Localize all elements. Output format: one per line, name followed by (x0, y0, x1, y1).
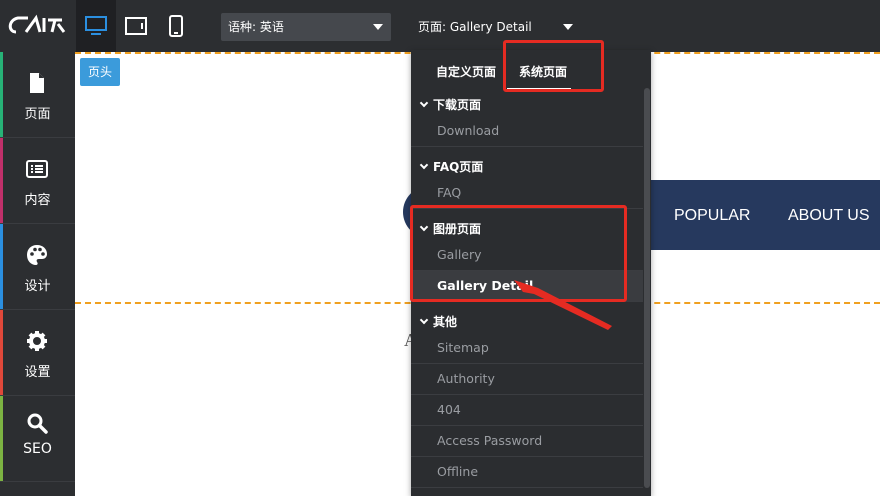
group-title: 其他 (433, 315, 458, 329)
logo-mark (8, 14, 66, 34)
annotation-box-gallery-group (410, 205, 627, 302)
sidebar-stripe (0, 52, 3, 137)
chevron-down-icon (563, 24, 573, 30)
sidebar-item-label: 设计 (24, 279, 51, 294)
group-title: FAQ页面 (433, 160, 484, 174)
page-select-value: 页面: Gallery Detail (418, 20, 532, 34)
sidebar-stripe (0, 138, 3, 223)
tablet-view-button[interactable] (116, 0, 156, 52)
top-toolbar: 语种: 英语 页面: Gallery Detail (0, 0, 880, 52)
language-select[interactable]: 语种: 英语 (221, 13, 391, 41)
sidebar-stripe (0, 224, 3, 309)
left-sidebar: 页面 内容 设计 设置 SEO (0, 52, 75, 496)
list-item[interactable]: Offline (411, 457, 643, 488)
group-download[interactable]: 下载页面 (419, 96, 481, 113)
sidebar-stripe (0, 396, 3, 481)
sidebar-item-label: 内容 (24, 193, 51, 208)
desktop-view-button[interactable] (76, 0, 116, 52)
list-item[interactable]: Download (411, 116, 643, 147)
nav-link-about-us[interactable]: ABOUT US (788, 207, 870, 225)
list-item[interactable]: Sitemap (411, 333, 643, 364)
sidebar-item-label: SEO (23, 441, 52, 457)
chevron-down-icon (373, 24, 383, 30)
list-item[interactable]: Access Password (411, 426, 643, 457)
sidebar-item-label: 设置 (24, 365, 51, 380)
app-logo (6, 12, 70, 38)
group-other[interactable]: 其他 (419, 313, 457, 330)
chevron-down-icon (419, 160, 429, 170)
mobile-view-button[interactable] (156, 0, 196, 52)
sidebar-item-pages[interactable]: 页面 (0, 52, 75, 138)
list-icon (26, 160, 48, 178)
list-item[interactable]: 404 (411, 395, 643, 426)
nav-link-popular[interactable]: POPULAR (674, 207, 750, 225)
search-icon (27, 413, 48, 434)
desktop-icon (85, 16, 107, 35)
header-tag-button[interactable]: 页头 (80, 58, 121, 86)
sidebar-item-settings[interactable]: 设置 (0, 310, 75, 396)
dropdown-scrollbar[interactable] (644, 88, 650, 488)
gear-icon (27, 331, 47, 351)
chevron-down-icon (419, 98, 429, 108)
list-item[interactable]: Authority (411, 364, 643, 395)
file-icon (30, 73, 44, 93)
sidebar-stripe (0, 310, 3, 395)
chevron-down-icon (419, 315, 429, 325)
sidebar-item-seo[interactable]: SEO (0, 396, 75, 482)
tab-custom-pages[interactable]: 自定义页面 (436, 63, 496, 80)
palette-icon (27, 245, 47, 265)
group-faq[interactable]: FAQ页面 (419, 158, 483, 175)
group-title: 下载页面 (433, 98, 482, 112)
mobile-icon (169, 15, 183, 37)
sidebar-item-label: 页面 (24, 107, 51, 122)
annotation-box-system-tab (503, 40, 604, 92)
tablet-icon (125, 17, 147, 35)
sidebar-item-design[interactable]: 设计 (0, 224, 75, 310)
language-select-value: 语种: 英语 (228, 20, 284, 34)
page-select[interactable]: 页面: Gallery Detail (411, 13, 581, 41)
sidebar-item-content[interactable]: 内容 (0, 138, 75, 224)
